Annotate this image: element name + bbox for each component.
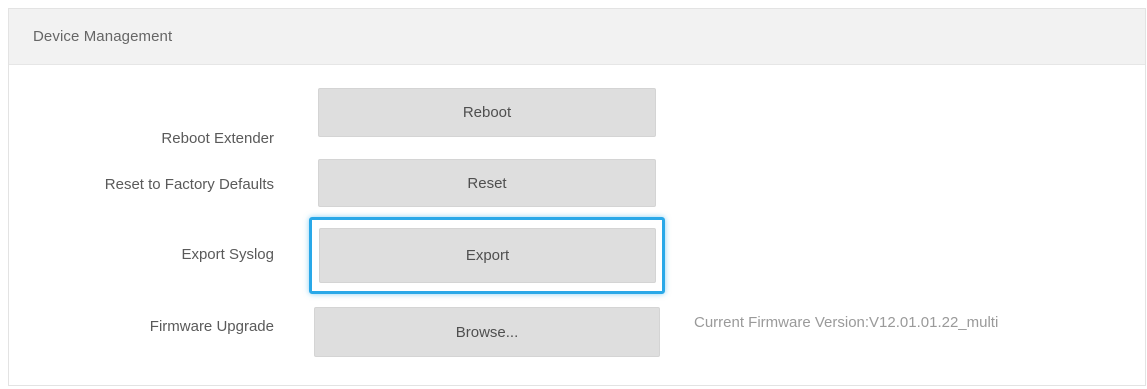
panel-title: Device Management	[9, 9, 1145, 65]
firmware-upgrade-label: Firmware Upgrade	[149, 318, 274, 335]
current-firmware-version: Current Firmware Version:V12.01.01.22_mu…	[694, 314, 999, 331]
reset-button[interactable]: Reset	[318, 159, 656, 207]
reboot-button[interactable]: Reboot	[318, 88, 656, 137]
reset-factory-defaults-label: Reset to Factory Defaults	[104, 176, 274, 193]
export-syslog-label: Export Syslog	[181, 246, 274, 263]
browse-button[interactable]: Browse...	[314, 307, 660, 357]
reboot-extender-label: Reboot Extender	[161, 130, 274, 147]
export-button[interactable]: Export	[319, 228, 656, 283]
